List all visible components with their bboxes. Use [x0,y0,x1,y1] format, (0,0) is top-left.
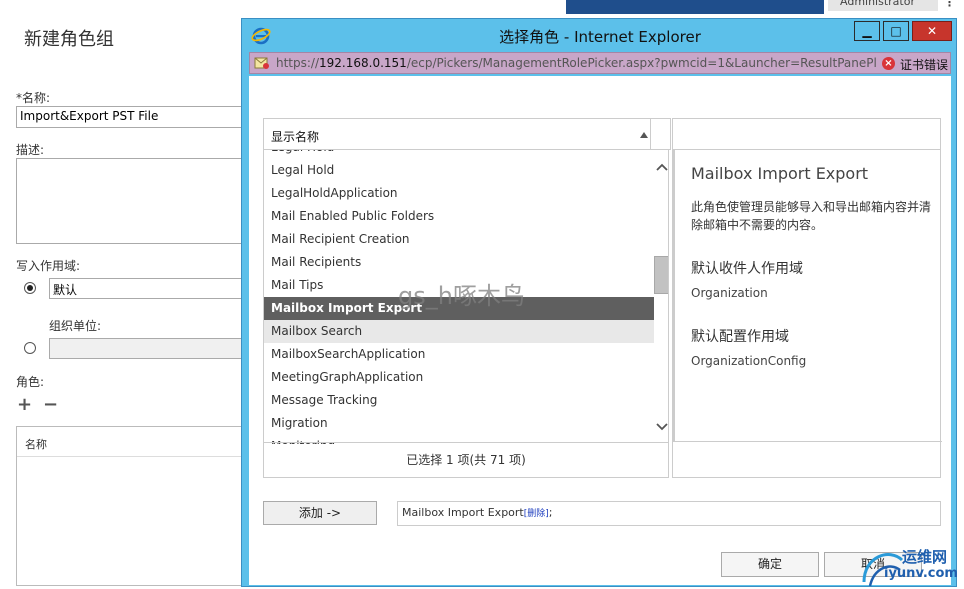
list-item[interactable]: Mail Recipient Creation [264,228,654,251]
list-item[interactable]: Legal Hold [264,159,654,182]
details-pane: Mailbox Import Export 此角色使管理员能够导入和导出邮箱内容… [672,150,942,478]
description-label: 描述: [16,143,45,157]
write-scope-select[interactable]: 默认 [49,278,242,299]
details-description: 此角色使管理员能够导入和导出邮箱内容并清除邮箱中不需要的内容。 [691,200,932,232]
org-unit-field[interactable] [49,338,242,359]
site-logo-bottom: iyunv.com [884,566,958,581]
list-item[interactable]: Mailbox Search [264,320,654,343]
scroll-up-icon[interactable] [655,162,669,172]
list-item[interactable]: Mail Enabled Public Folders [264,205,654,228]
address-bar[interactable]: https://192.168.0.151/ecp/Pickers/Manage… [249,52,951,74]
add-role-icon[interactable]: + [17,396,32,414]
name-label: *名称: [16,91,51,105]
roles-table: 名称 [16,426,242,586]
url-host: 192.168.0.151 [319,56,407,70]
select-role-dialog: 选择角色 - Internet Explorer ▁ □ ✕ https://1… [241,18,957,587]
display-name-column[interactable]: 显示名称 [271,128,319,145]
org-unit-radio[interactable] [24,342,36,354]
description-field[interactable] [16,158,242,244]
org-unit-label: 组织单位: [49,319,102,333]
url-path: /ecp/Pickers/ManagementRolePicker.aspx?p… [406,56,876,70]
list-item[interactable]: MeetingGraphApplication [264,366,654,389]
certificate-error-label[interactable]: 证书错误 [900,56,948,73]
url-scheme: https:// [276,56,320,70]
close-button[interactable]: ✕ [912,21,952,41]
page-title: 新建角色组 [24,29,114,50]
details-title: Mailbox Import Export [691,164,869,183]
selection-count: 已选择 1 项(共 71 项) [263,442,669,478]
recipient-scope-value: Organization [691,286,768,300]
scroll-down-icon[interactable] [655,422,669,432]
recipient-scope-label: 默认收件人作用域 [691,261,803,277]
write-scope-label: 写入作用域: [16,259,81,273]
remove-role-icon[interactable]: − [43,396,58,414]
sort-ascending-icon[interactable] [640,132,648,138]
name-field[interactable]: Import&Export PST File [16,106,242,128]
ok-button[interactable]: 确定 [721,552,819,577]
selected-role: Mailbox Import Export [402,506,524,519]
site-logo-top: 运维网 [902,548,948,566]
page-icon [254,57,269,69]
table-header-name[interactable]: 名称 [25,436,47,452]
add-button[interactable]: 添加 -> [263,501,377,525]
table-divider [17,456,242,457]
list-item[interactable]: Legal Hold [264,150,654,159]
roles-label: 角色: [16,375,45,389]
config-scope-value: OrganizationConfig [691,354,807,368]
selected-roles-field: Mailbox Import Export[删除]; [397,501,941,526]
list-item[interactable]: MailboxSearchApplication [264,343,654,366]
list-header[interactable]: 显示名称 [263,118,651,150]
list-item[interactable]: Mail Recipients [264,251,654,274]
default-scope-radio[interactable] [24,282,36,294]
scrollbar-thumb[interactable] [654,256,668,294]
address-url[interactable]: https://192.168.0.151/ecp/Pickers/Manage… [276,56,876,70]
details-body: Mailbox Import Export 此角色使管理员能够导入和导出邮箱内容… [673,150,942,442]
list-item[interactable]: LegalHoldApplication [264,182,654,205]
delete-link[interactable]: [删除] [524,509,549,519]
dialog-content: 显示名称 Legal HoldLegal HoldLegalHoldApplic… [249,76,951,585]
list-item[interactable]: Message Tracking [264,389,654,412]
list-item[interactable]: Migration [264,412,654,435]
selected-suffix: ; [548,506,553,519]
watermark-text: gs_h啄木鸟 [398,282,525,310]
title-bar[interactable]: 选择角色 - Internet Explorer ▁ □ ✕ [242,19,956,50]
dialog-title: 选择角色 - Internet Explorer [499,28,701,46]
config-scope-label: 默认配置作用域 [691,329,789,345]
top-bar-strip [566,0,824,14]
more-options-icon[interactable]: ⋮ [944,0,955,9]
minimize-button[interactable]: ▁ [854,21,880,41]
search-input[interactable] [672,118,941,150]
certificate-error-icon[interactable]: × [882,57,895,70]
user-menu[interactable]: Administrator [828,0,938,11]
header-spacer [651,118,671,150]
maximize-button[interactable]: □ [883,21,909,41]
